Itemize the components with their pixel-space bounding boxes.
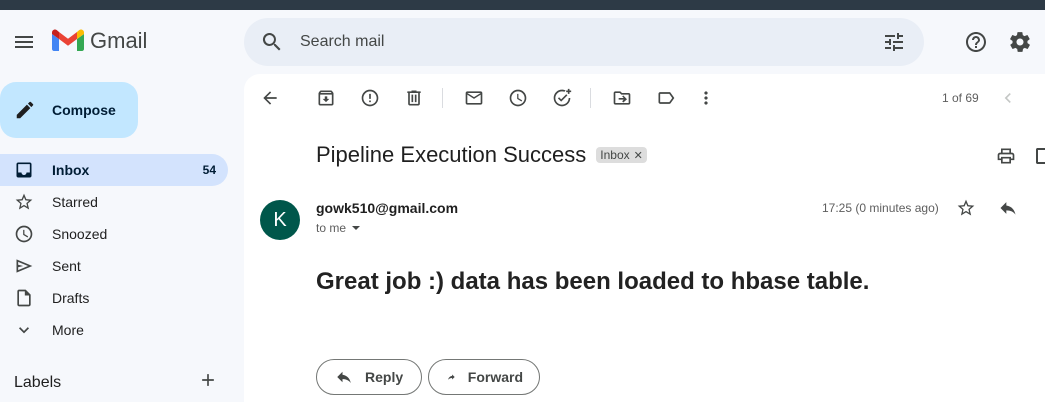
mark-unread-button[interactable] — [454, 78, 494, 118]
tune-icon — [885, 33, 903, 51]
draft-icon — [17, 289, 31, 307]
message-pane: 1 of 69 Pipeline Execution Success Inbox… — [244, 74, 1045, 402]
search-bar — [244, 18, 924, 66]
reply-icon — [337, 371, 351, 383]
reply-button[interactable]: Reply — [316, 359, 422, 395]
search-button[interactable] — [252, 22, 292, 62]
forward-label: Forward — [467, 369, 523, 385]
compose-label: Compose — [52, 102, 116, 118]
sidebar-item-more[interactable]: More — [0, 314, 228, 346]
sidebar-item-label: Inbox — [52, 162, 90, 178]
star-button[interactable] — [956, 198, 980, 222]
browser-top-strip — [0, 0, 1045, 10]
email-subject: Pipeline Execution Success — [316, 142, 587, 167]
arrow-back-icon — [263, 91, 277, 105]
more-vert-icon — [704, 91, 708, 105]
gear-icon — [1010, 32, 1030, 52]
email-timestamp: 17:25 (0 minutes ago) — [822, 201, 939, 215]
print-icon — [997, 148, 1015, 164]
sidebar-item-inbox[interactable]: Inbox 54 — [0, 154, 228, 186]
star-icon — [957, 199, 975, 216]
main-menu-button[interactable] — [4, 22, 44, 62]
forward-button[interactable]: Forward — [428, 359, 540, 395]
reply-icon — [1000, 202, 1016, 215]
search-options-button[interactable] — [874, 22, 914, 62]
help-button[interactable] — [956, 22, 996, 62]
pencil-icon — [16, 101, 34, 119]
more-options-button[interactable] — [686, 78, 726, 118]
sender-email[interactable]: gowk510@gmail.com — [316, 200, 458, 216]
gmail-m-icon — [52, 29, 84, 51]
sidebar-item-label: Starred — [52, 194, 98, 210]
newer-button[interactable] — [988, 78, 1028, 118]
clock-icon — [509, 89, 527, 107]
sidebar: Compose Inbox 54 Starred Snoozed Sent Dr… — [0, 74, 244, 402]
add-to-tasks-button[interactable] — [542, 78, 582, 118]
header: Gmail — [0, 10, 1045, 74]
unread-count: 54 — [202, 163, 216, 177]
snooze-button[interactable] — [498, 78, 538, 118]
toolbar-divider — [590, 88, 591, 108]
label-chip-text: Inbox — [600, 148, 630, 162]
sidebar-item-snoozed[interactable]: Snoozed — [0, 218, 228, 250]
chevron-left-icon — [1004, 93, 1011, 103]
mail-icon — [465, 91, 483, 105]
folder-move-icon — [613, 91, 631, 105]
gmail-logo[interactable]: Gmail — [52, 28, 147, 54]
pagination-count: 1 of 69 — [942, 91, 979, 105]
subject-row: Pipeline Execution Success Inbox ✕ — [316, 142, 647, 168]
gmail-wordmark: Gmail — [90, 28, 148, 53]
sender-avatar: K — [260, 200, 300, 240]
labels-heading: Labels — [14, 374, 62, 391]
label-icon — [658, 92, 675, 104]
archive-button[interactable] — [306, 78, 346, 118]
sidebar-item-label: Snoozed — [52, 226, 108, 242]
print-button[interactable] — [996, 146, 1024, 166]
sidebar-item-drafts[interactable]: Drafts — [0, 282, 228, 314]
sidebar-item-label: Sent — [52, 258, 81, 274]
chevron-down-icon — [19, 327, 29, 334]
sidebar-item-label: Drafts — [52, 290, 90, 306]
report-spam-button[interactable] — [350, 78, 390, 118]
back-button[interactable] — [250, 78, 290, 118]
sidebar-item-starred[interactable]: Starred — [0, 186, 228, 218]
hamburger-icon — [15, 36, 33, 48]
labels-button[interactable] — [646, 78, 686, 118]
search-input[interactable] — [300, 30, 860, 54]
recipient-details[interactable]: to me — [316, 221, 361, 235]
create-label-button[interactable] — [198, 370, 222, 394]
toolbar-divider — [442, 88, 443, 108]
trash-icon — [407, 90, 421, 106]
remove-label-icon[interactable]: ✕ — [634, 149, 643, 162]
archive-icon — [318, 90, 334, 106]
task-add-icon — [553, 88, 572, 107]
send-icon — [16, 259, 33, 273]
search-icon — [262, 33, 281, 51]
compose-button[interactable]: Compose — [0, 82, 138, 138]
forward-icon — [448, 374, 455, 380]
help-icon — [966, 32, 986, 52]
clock-icon — [15, 225, 33, 243]
delete-button[interactable] — [394, 78, 434, 118]
star-icon — [15, 193, 33, 210]
settings-button[interactable] — [1000, 22, 1040, 62]
message-toolbar: 1 of 69 — [244, 74, 1045, 122]
inbox-label-chip: Inbox ✕ — [596, 147, 647, 163]
sidebar-item-sent[interactable]: Sent — [0, 250, 228, 282]
sidebar-item-label: More — [52, 322, 84, 338]
move-to-button[interactable] — [602, 78, 642, 118]
plus-icon — [202, 374, 214, 386]
caret-down-icon — [352, 226, 361, 230]
reply-label: Reply — [365, 369, 404, 385]
open-in-new-window-icon[interactable] — [1036, 148, 1045, 164]
sidebar-nav: Inbox 54 Starred Snoozed Sent Drafts Mor… — [0, 154, 228, 346]
reply-icon-button[interactable] — [998, 198, 1022, 222]
spam-icon — [361, 89, 379, 107]
recipient-text: to me — [316, 221, 347, 235]
email-body: Great job :) data has been loaded to hba… — [316, 268, 870, 295]
inbox-icon — [16, 162, 32, 178]
